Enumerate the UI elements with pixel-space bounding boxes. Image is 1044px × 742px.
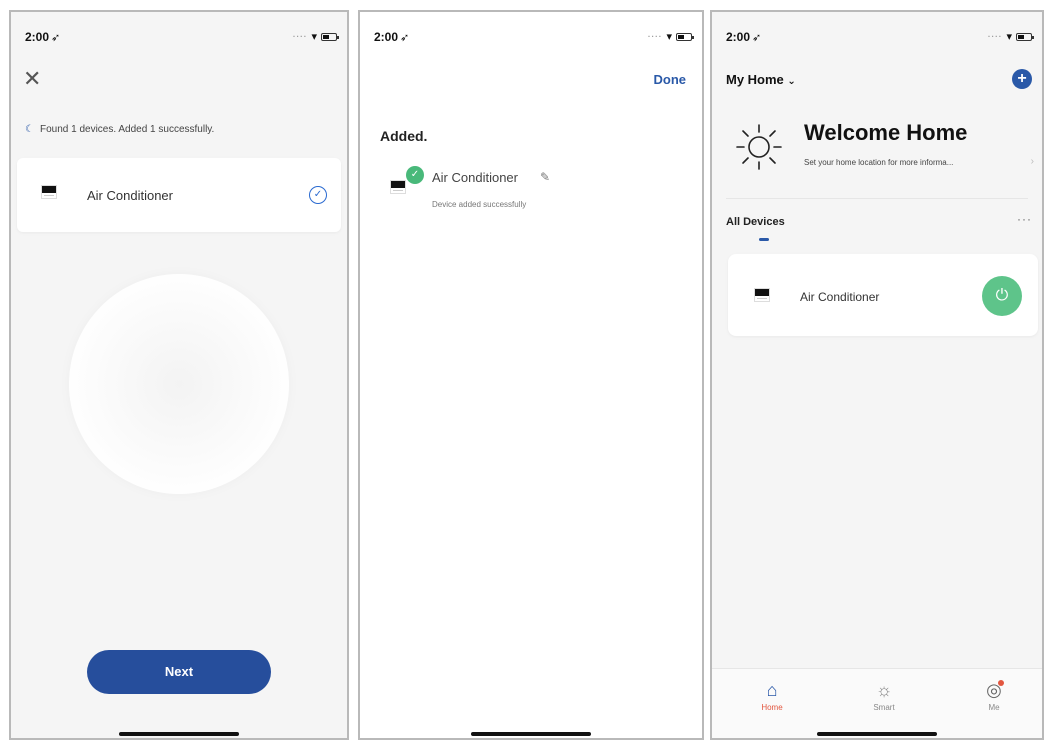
tab-indicator bbox=[759, 238, 769, 241]
chevron-down-icon: ⌄ bbox=[787, 76, 796, 87]
air-conditioner-icon bbox=[754, 288, 770, 302]
status-time: 2:00 bbox=[374, 30, 399, 44]
moon-icon: ☾ bbox=[25, 124, 34, 135]
close-button[interactable]: ✕ bbox=[23, 68, 41, 90]
found-message: ☾ Found 1 devices. Added 1 successfully. bbox=[25, 124, 215, 135]
more-icon[interactable]: ··· bbox=[1017, 212, 1032, 226]
device-subtitle: Device added successfully bbox=[432, 200, 527, 209]
signal-icon: ···· bbox=[647, 32, 663, 41]
status-bar: 2:00 ➶ ···· ▾ bbox=[726, 30, 1034, 46]
home-indicator bbox=[471, 732, 591, 736]
device-name: Air Conditioner bbox=[87, 188, 173, 203]
screen-device-added: 2:00 ➶ ···· ▾ Done Added. ✓ Air Condition… bbox=[358, 10, 704, 740]
battery-icon bbox=[321, 32, 339, 41]
status-time: 2:00 bbox=[726, 30, 751, 44]
bottom-tab-bar: ⌂ Home ☼ Smart ◎ Me bbox=[712, 668, 1042, 738]
battery-icon bbox=[676, 32, 694, 41]
welcome-subtitle[interactable]: Set your home location for more informa.… bbox=[804, 158, 1024, 167]
next-button[interactable]: Next bbox=[87, 650, 271, 694]
status-bar: 2:00 ➶ ···· ▾ bbox=[25, 30, 339, 46]
tab-all-devices[interactable]: All Devices bbox=[726, 216, 785, 228]
tab-me[interactable]: ◎ Me bbox=[964, 679, 1024, 712]
power-button[interactable]: ⏻ bbox=[982, 276, 1022, 316]
screen-found-devices: 2:00 ➶ ···· ▾ ✕ ☾ Found 1 devices. Added 1… bbox=[9, 10, 349, 740]
signal-icon: ···· bbox=[292, 32, 308, 41]
add-device-button[interactable]: + bbox=[1012, 69, 1032, 89]
signal-icon: ···· bbox=[987, 32, 1003, 41]
sun-icon bbox=[736, 124, 782, 170]
wifi-icon: ▾ bbox=[1006, 31, 1012, 43]
done-button[interactable]: Done bbox=[654, 72, 687, 87]
profile-icon: ◎ bbox=[986, 680, 1004, 700]
scan-circle bbox=[69, 274, 289, 494]
divider bbox=[726, 198, 1028, 199]
status-bar: 2:00 ➶ ···· ▾ bbox=[374, 30, 694, 46]
device-card[interactable]: Air Conditioner ⏻ bbox=[728, 254, 1038, 336]
success-check-icon: ✓ bbox=[406, 166, 424, 184]
added-title: Added. bbox=[380, 128, 428, 144]
screen-home: 2:00 ➶ ···· ▾ My Home ⌄ + Welcome Home Se… bbox=[710, 10, 1044, 740]
battery-icon bbox=[1016, 32, 1034, 41]
air-conditioner-icon bbox=[390, 180, 406, 194]
notification-dot bbox=[997, 680, 1004, 686]
smart-icon: ☼ bbox=[875, 680, 893, 700]
location-icon: ➶ bbox=[51, 32, 61, 44]
tab-smart[interactable]: ☼ Smart bbox=[854, 679, 914, 712]
wifi-icon: ▾ bbox=[666, 31, 672, 43]
air-conditioner-icon bbox=[41, 185, 57, 199]
check-circle-icon[interactable]: ✓ bbox=[309, 186, 327, 204]
device-name: Air Conditioner bbox=[800, 290, 880, 304]
location-icon: ➶ bbox=[752, 32, 762, 44]
welcome-title: Welcome Home bbox=[804, 120, 968, 145]
chevron-right-icon[interactable]: › bbox=[1031, 156, 1034, 167]
location-icon: ➶ bbox=[400, 32, 410, 44]
tab-home[interactable]: ⌂ Home bbox=[742, 679, 802, 712]
home-indicator bbox=[817, 732, 937, 736]
edit-pencil-icon[interactable]: ✎ bbox=[540, 170, 550, 184]
device-name: Air Conditioner bbox=[432, 170, 518, 185]
home-selector[interactable]: My Home ⌄ bbox=[726, 72, 796, 87]
home-indicator bbox=[119, 732, 239, 736]
added-device-row: ✓ Air Conditioner ✎ Device added success… bbox=[390, 166, 690, 216]
home-icon: ⌂ bbox=[766, 680, 778, 700]
status-time: 2:00 bbox=[25, 30, 50, 44]
wifi-icon: ▾ bbox=[311, 31, 317, 43]
device-card[interactable]: Air Conditioner ✓ bbox=[17, 158, 341, 232]
